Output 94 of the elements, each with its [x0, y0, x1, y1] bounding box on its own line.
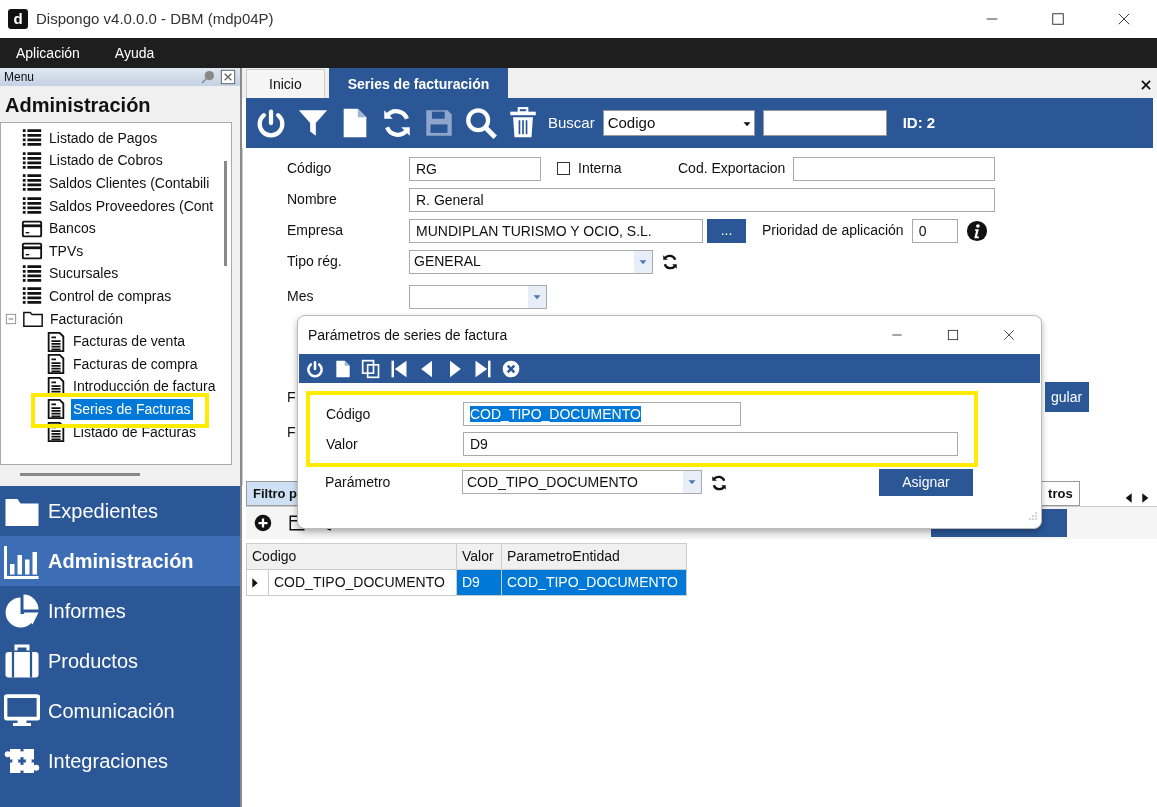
cancel-icon[interactable] [501, 358, 521, 379]
nav-item[interactable]: Informes [0, 586, 240, 636]
field-label: Código [326, 404, 372, 424]
info-icon[interactable] [965, 219, 988, 242]
browse-button[interactable]: ... [707, 218, 746, 243]
refresh-icon[interactable] [661, 253, 679, 272]
invoice-icon [45, 398, 67, 421]
input-field[interactable]: R. General [409, 187, 995, 212]
close-icon[interactable] [1001, 327, 1017, 343]
list-icon [21, 149, 43, 172]
last-record-icon[interactable] [473, 358, 493, 379]
tab[interactable]: Inicio [246, 69, 325, 98]
assign-button[interactable]: Asignar [879, 468, 973, 496]
column-header[interactable]: ParametroEntidad [501, 543, 687, 570]
input-field[interactable]: D9 [463, 432, 958, 456]
checkbox[interactable] [557, 162, 570, 175]
field-label: F [287, 422, 296, 442]
tree-item[interactable]: Control de compras [47, 285, 174, 307]
action-button[interactable]: gular [1045, 382, 1089, 412]
record-id: ID: 2 [902, 112, 936, 133]
tree-item[interactable]: Listado de Facturas [71, 421, 198, 443]
checkbox-label: Interna [578, 159, 623, 178]
briefcase-icon [4, 643, 40, 679]
invoice-icon [45, 353, 67, 376]
bar-chart-icon [4, 543, 40, 579]
tree-item[interactable]: Introducción de factura [71, 376, 218, 398]
nav-item[interactable]: Comunicación [0, 686, 240, 736]
tree-item[interactable]: Bancos [47, 218, 98, 240]
nav-item[interactable]: Integraciones [0, 736, 240, 786]
new-file-icon[interactable] [333, 358, 353, 379]
column-header[interactable]: Valor [456, 543, 502, 570]
tree-item[interactable]: Listado de Pagos [47, 127, 160, 149]
field-label: Valor [326, 434, 359, 454]
window-title: Dispongo v4.0.0.0 - DBM (mdp04P) [36, 8, 274, 29]
invoice-icon [45, 421, 67, 443]
tree-item[interactable]: Facturación [48, 308, 126, 330]
maximize-icon[interactable] [1049, 10, 1067, 28]
invoice-icon [45, 330, 67, 353]
table-cell: COD_TIPO_DOCUMENTO [268, 569, 457, 596]
field-label: Empresa [287, 221, 345, 240]
search-input[interactable] [762, 110, 887, 136]
monitor-icon [4, 693, 40, 729]
menu-item[interactable]: Ayuda [98, 42, 174, 64]
input-field[interactable]: RG [409, 156, 541, 181]
field-label: Nombre [287, 190, 338, 209]
search-icon[interactable] [464, 106, 498, 140]
tab[interactable]: Series de facturación [328, 68, 509, 98]
field-label: Mes [287, 287, 315, 306]
tree-item[interactable]: Facturas de compra [71, 353, 200, 375]
column-header[interactable]: Codigo [246, 543, 457, 570]
input-field[interactable] [793, 156, 995, 181]
resize-grip-icon[interactable] [1027, 510, 1039, 523]
input-field[interactable]: COD_TIPO_DOCUMENTO [463, 402, 741, 426]
field-label: Prioridad de aplicación [762, 221, 904, 240]
tree-item[interactable]: Series de Facturas [71, 398, 193, 420]
menu-item[interactable]: Aplicación [0, 42, 99, 64]
search-label: Buscar [548, 112, 595, 133]
input-field[interactable]: 0 [911, 218, 958, 243]
field-label: Código [287, 159, 333, 178]
copy-icon[interactable] [361, 358, 381, 379]
tree-item[interactable]: Saldos Clientes (Contabili [47, 173, 212, 194]
section-title: Administración [4, 93, 152, 118]
close-icon[interactable] [1139, 77, 1153, 92]
app-logo: d [8, 9, 28, 29]
tree-item[interactable]: Facturas de venta [71, 331, 188, 353]
maximize-icon[interactable] [945, 327, 961, 343]
field-label: Parámetro [325, 472, 392, 492]
dropdown[interactable]: GENERAL [409, 249, 653, 274]
scrollbar[interactable] [20, 473, 140, 476]
pie-chart-icon [4, 593, 40, 629]
tree-item[interactable]: Listado de Cobros [47, 150, 165, 172]
nav-item[interactable]: Productos [0, 636, 240, 686]
tree-item[interactable]: Saldos Proveedores (Cont [47, 195, 216, 217]
nav-item[interactable]: Administración [0, 536, 240, 586]
dropdown[interactable]: COD_TIPO_DOCUMENTO [462, 470, 702, 494]
refresh-icon[interactable] [710, 473, 728, 492]
expand-toggle-icon[interactable] [4, 312, 18, 327]
panel-header: Menu [4, 69, 35, 86]
tree-item[interactable]: Sucursales [47, 263, 121, 285]
field-label: Tipo rég. [287, 252, 343, 271]
list-icon [21, 262, 43, 285]
power-icon[interactable] [305, 358, 325, 379]
field-label: F [287, 387, 296, 407]
add-icon[interactable] [254, 514, 272, 532]
dialog-title: Parámetros de series de factura [308, 325, 508, 345]
scrollbar[interactable] [224, 161, 227, 266]
pin-icon[interactable] [200, 69, 216, 85]
nav-item[interactable]: Expedientes [0, 486, 240, 536]
field-label: Cod. Exportacion [678, 159, 787, 178]
input-field[interactable]: MUNDIPLAN TURISMO Y OCIO, S.L. [409, 218, 703, 243]
search-field-select[interactable]: Codigo [602, 110, 755, 136]
table-cell: COD_TIPO_DOCUMENTO [501, 569, 687, 596]
first-record-icon[interactable] [389, 358, 409, 379]
tree-item[interactable]: TPVs [47, 240, 86, 262]
